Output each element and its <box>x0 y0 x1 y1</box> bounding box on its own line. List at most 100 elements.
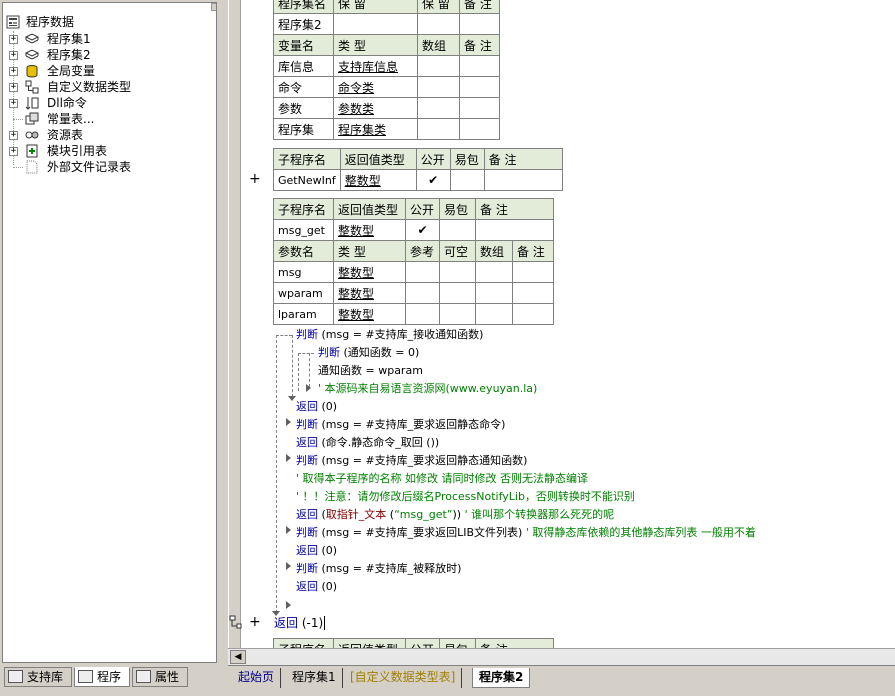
variable-name-cell[interactable]: 命令 <box>273 76 334 98</box>
assembly-name-cell[interactable]: 程序集2 <box>273 13 334 35</box>
tree-item-resources[interactable]: + 资源表 <box>9 127 209 143</box>
table-cell[interactable] <box>439 261 476 283</box>
table-cell[interactable] <box>417 97 460 119</box>
return-type-cell[interactable]: 整数型 <box>339 169 417 191</box>
tab-support-library[interactable]: 支持库 <box>4 667 72 687</box>
tree-item-globals[interactable]: + 全局变量 <box>9 63 209 79</box>
tree-item-external-files[interactable]: 外部文件记录表 <box>9 159 209 175</box>
expand-toggle[interactable]: + <box>9 51 18 60</box>
table-row[interactable]: 参数 参数类 <box>273 97 500 119</box>
table-cell[interactable] <box>511 282 555 304</box>
tab-module1[interactable]: 程序集1 <box>286 668 343 688</box>
table-cell[interactable] <box>439 303 476 325</box>
table-cell[interactable] <box>511 261 555 283</box>
return-type-cell[interactable]: 整数型 <box>333 219 406 241</box>
expand-toggle[interactable]: + <box>9 35 18 44</box>
subroutine-name-cell[interactable]: msg_get <box>273 219 334 241</box>
code-line[interactable]: ' 本源码来自易语言资源网(www.eyuyan.la) <box>318 382 537 396</box>
code-line[interactable]: 判断 (msg = #支持库_要求返回LIB文件列表) ' 取得静态库依赖的其他… <box>296 526 756 540</box>
variable-type-cell[interactable]: 程序集类 <box>333 118 418 140</box>
table-row[interactable]: 程序集 程序集类 <box>273 118 500 140</box>
tree-item-datatypes[interactable]: + 自定义数据类型 <box>9 79 209 95</box>
tree-item-module1[interactable]: + 程序集1 <box>9 31 209 47</box>
expand-plus-icon[interactable]: + <box>249 614 261 630</box>
table-row[interactable]: 命令 命令类 <box>273 76 500 98</box>
code-line[interactable]: 判断 (msg = #支持库_被释放时) <box>296 562 461 576</box>
table-row[interactable]: 库信息 支持库信息 <box>273 55 500 77</box>
table-cell[interactable] <box>459 118 500 140</box>
table-cell[interactable] <box>417 55 460 77</box>
code-line[interactable]: 返回 (命令.静态命令_取回 ()) <box>296 436 439 450</box>
param-name-cell[interactable]: wparam <box>273 282 334 304</box>
variable-type-cell[interactable]: 支持库信息 <box>333 55 418 77</box>
tab-module2[interactable]: 程序集2 <box>472 668 531 688</box>
table-cell[interactable] <box>475 261 513 283</box>
tab-start-page[interactable]: 起始页 <box>232 668 282 688</box>
table-cell[interactable] <box>459 76 500 98</box>
table-cell[interactable] <box>417 13 460 35</box>
tab-program[interactable]: 程序 <box>74 667 130 687</box>
table-cell[interactable] <box>417 76 460 98</box>
code-editor[interactable]: 程序集名 保 留 保 留 备 注 程序集2 变量名 类 型 数组 备 注 库信息… <box>228 0 895 648</box>
tree-item-module2[interactable]: + 程序集2 <box>9 47 209 63</box>
code-line[interactable]: 判断 (msg = #支持库_接收通知函数) <box>296 328 483 342</box>
code-line[interactable]: 判断 (通知函数 = 0) <box>318 346 419 360</box>
expand-toggle[interactable]: + <box>9 131 18 140</box>
tree-item-module-refs[interactable]: + 模块引用表 <box>9 143 209 159</box>
table-cell[interactable] <box>459 13 500 35</box>
code-line[interactable]: 判断 (msg = #支持库_要求返回静态命令) <box>296 418 505 432</box>
table-row[interactable]: wparam 整数型 <box>273 282 555 304</box>
code-line[interactable]: ' 取得本子程序的名称 如修改 请同时修改 否则无法静态编译 <box>296 472 588 486</box>
code-line[interactable]: 通知函数 = wparam <box>318 364 423 378</box>
table-cell[interactable] <box>417 118 460 140</box>
table-cell[interactable] <box>475 219 554 241</box>
table-cell[interactable] <box>475 282 513 304</box>
expand-toggle[interactable]: + <box>9 67 18 76</box>
code-line[interactable]: ' ！！注意：请勿修改后缀名ProcessNotifyLib，否则转换时不能识别 <box>296 490 635 504</box>
tab-custom-datatype-table[interactable]: [自定义数据类型表] <box>344 668 463 688</box>
tree-root[interactable]: 程序数据 <box>6 14 206 30</box>
param-type-cell[interactable]: 整数型 <box>333 303 406 325</box>
expand-toggle[interactable]: + <box>9 83 18 92</box>
horizontal-scrollbar[interactable]: ◀ <box>228 648 895 665</box>
table-cell[interactable] <box>475 303 513 325</box>
table-cell[interactable] <box>439 282 476 304</box>
table-cell[interactable] <box>333 13 418 35</box>
variable-name-cell[interactable]: 库信息 <box>273 55 334 77</box>
public-check[interactable]: ✔ <box>415 169 451 191</box>
public-check[interactable]: ✔ <box>405 219 440 241</box>
param-type-cell[interactable]: 整数型 <box>333 261 406 283</box>
expand-plus-icon[interactable]: + <box>249 171 261 187</box>
subroutine-name-cell[interactable]: GetNewInf <box>273 169 341 191</box>
table-row[interactable]: msg 整数型 <box>273 261 555 283</box>
code-line-current[interactable]: 返回 (-1)​ <box>274 616 326 630</box>
table-cell[interactable] <box>459 55 500 77</box>
table-cell[interactable] <box>439 219 476 241</box>
tree-item-dll[interactable]: + Dll命令 <box>9 95 209 111</box>
code-line[interactable]: 返回 (0) <box>296 544 337 558</box>
code-line[interactable]: 返回 (取指针_文本 (“msg_get”)) ' 谁叫那个转换器那么死死的呢 <box>296 508 614 522</box>
param-type-cell[interactable]: 整数型 <box>333 282 406 304</box>
table-cell[interactable] <box>511 303 555 325</box>
variable-type-cell[interactable]: 参数类 <box>333 97 418 119</box>
expand-toggle[interactable]: + <box>9 99 18 108</box>
table-cell[interactable] <box>405 282 440 304</box>
tab-properties[interactable]: 属性 <box>132 667 188 687</box>
param-name-cell[interactable]: msg <box>273 261 334 283</box>
table-cell[interactable] <box>483 169 563 191</box>
variable-type-cell[interactable]: 命令类 <box>333 76 418 98</box>
code-line[interactable]: 判断 (msg = #支持库_要求返回静态通知函数) <box>296 454 527 468</box>
expand-toggle[interactable]: + <box>9 147 18 156</box>
table-cell[interactable] <box>449 169 485 191</box>
table-cell[interactable] <box>459 97 500 119</box>
param-name-cell[interactable]: lparam <box>273 303 334 325</box>
variable-name-cell[interactable]: 程序集 <box>273 118 334 140</box>
table-row[interactable]: lparam 整数型 <box>273 303 555 325</box>
scroll-left-button[interactable]: ◀ <box>230 650 246 664</box>
table-cell[interactable] <box>405 261 440 283</box>
code-line[interactable]: 返回 (0) <box>296 580 337 594</box>
program-data-tree[interactable]: 程序数据 + 程序集1 + 程序集2 + 全局变量 + 自定义数据类型 + Dl… <box>2 2 217 663</box>
tree-item-constants[interactable]: 常量表... <box>9 111 209 127</box>
table-cell[interactable] <box>405 303 440 325</box>
code-line[interactable]: 返回 (0) <box>296 400 337 414</box>
